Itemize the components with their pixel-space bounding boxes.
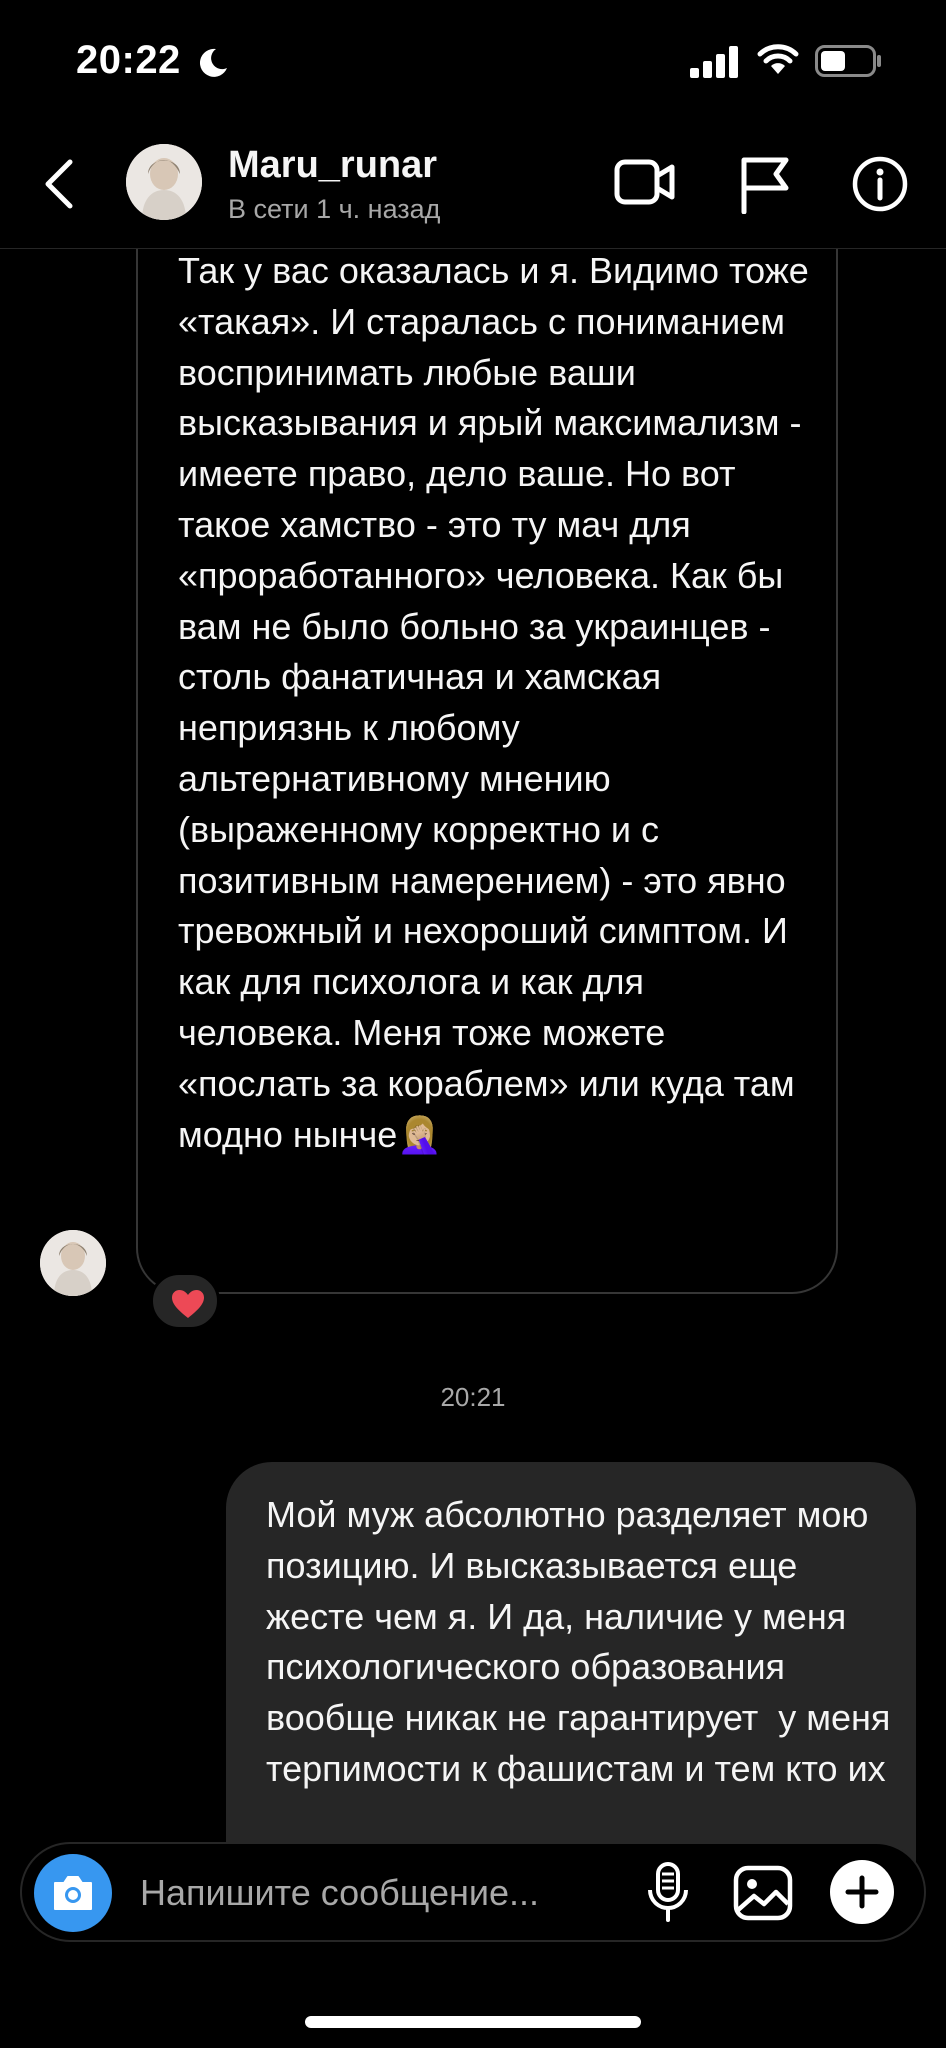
contact-avatar[interactable]: [126, 144, 202, 220]
facepalm-emoji: 🤦🏼‍♀️: [397, 1113, 443, 1155]
battery-icon: [815, 45, 881, 77]
moon-icon: [199, 48, 227, 77]
video-call-icon[interactable]: [614, 156, 676, 208]
signal-icon: [690, 46, 738, 78]
contact-username[interactable]: Maru_runar: [228, 144, 437, 187]
chat-header: Maru_runar В сети 1 ч. назад: [0, 120, 946, 249]
incoming-message-text: Так у вас оказалась и я. Видимо тоже «та…: [178, 250, 809, 1155]
outgoing-message-text: Мой муж абсолютно разделяет мою позицию.…: [266, 1494, 901, 1789]
back-chevron-icon[interactable]: [40, 156, 80, 212]
flag-icon[interactable]: [738, 154, 792, 214]
message-input[interactable]: [138, 1864, 622, 1922]
contact-online-status: В сети 1 ч. назад: [228, 194, 441, 224]
incoming-message-bubble[interactable]: Так у вас оказалась и я. Видимо тоже «та…: [136, 170, 838, 1294]
camera-icon: [54, 1876, 92, 1910]
heart-reaction[interactable]: [150, 1272, 220, 1330]
home-indicator[interactable]: [305, 2016, 641, 2028]
heart-icon: [172, 1290, 204, 1318]
outgoing-message-bubble[interactable]: Мой муж абсолютно разделяет мою позицию.…: [226, 1462, 916, 1882]
message-timestamp: 20:21: [440, 1382, 506, 1412]
gallery-icon[interactable]: [732, 1864, 794, 1922]
sender-avatar[interactable]: [40, 1230, 106, 1296]
camera-button[interactable]: [34, 1854, 112, 1932]
microphone-icon[interactable]: [646, 1862, 690, 1924]
info-icon[interactable]: [852, 156, 908, 212]
wifi-icon: [757, 44, 799, 74]
message-composer: [20, 1842, 926, 1942]
status-bar: 20:22: [0, 0, 946, 120]
plus-icon: [845, 1875, 879, 1909]
status-time: 20:22: [76, 38, 181, 82]
add-attachment-button[interactable]: [830, 1860, 894, 1924]
